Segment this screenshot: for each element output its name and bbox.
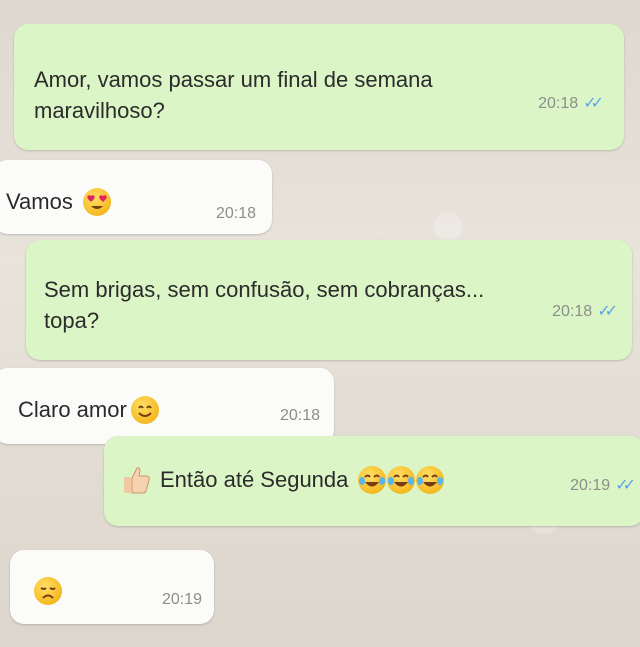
message-text: Amor, vamos passar um final de semana ma… bbox=[34, 64, 433, 126]
message-bubble-outgoing[interactable]: Sem brigas, sem confusão, sem cobranças.… bbox=[26, 240, 632, 360]
message-text: Então até Segunda bbox=[122, 464, 445, 495]
message-text-line: Sem brigas, sem confusão, sem cobranças.… bbox=[44, 277, 485, 302]
tears-of-joy-emoji-icon bbox=[416, 465, 445, 494]
message-text-line: maravilhoso? bbox=[34, 98, 165, 123]
message-text: Vamos bbox=[6, 186, 111, 217]
tears-of-joy-emoji-icon bbox=[387, 465, 416, 494]
message-meta: 20:18 bbox=[216, 198, 256, 229]
message-text-content: Então até Segunda bbox=[160, 467, 349, 492]
message-meta: 20:19 ✓✓ bbox=[570, 470, 636, 501]
message-bubble-outgoing[interactable]: Então até Segunda 20:19 ✓✓ bbox=[104, 436, 640, 526]
message-bubble-incoming[interactable]: 20:19 bbox=[10, 550, 214, 624]
smiling-emoji-icon bbox=[130, 395, 159, 424]
message-bubble-incoming[interactable]: Claro amor 20:18 bbox=[0, 368, 334, 444]
message-timestamp: 20:18 bbox=[215, 205, 256, 222]
read-ticks-icon: ✓✓ bbox=[583, 95, 604, 112]
emoji-group bbox=[358, 465, 445, 494]
message-text-line: topa? bbox=[44, 308, 100, 333]
read-ticks-icon: ✓✓ bbox=[615, 477, 636, 494]
read-ticks-icon: ✓✓ bbox=[597, 303, 618, 320]
thumbs-up-emoji-icon bbox=[122, 465, 150, 495]
message-timestamp: 20:19 bbox=[161, 591, 202, 608]
message-text-line: Amor, vamos passar um final de semana bbox=[34, 67, 433, 92]
heart-eyes-emoji-icon bbox=[82, 187, 111, 216]
message-timestamp: 20:19 bbox=[570, 477, 611, 494]
message-text-content: Claro amor bbox=[18, 397, 127, 422]
message-text: Claro amor bbox=[18, 394, 159, 425]
message-meta: 20:18 bbox=[280, 400, 320, 431]
message-text-content: Vamos bbox=[6, 189, 73, 214]
sad-face-emoji-icon bbox=[34, 577, 62, 606]
message-timestamp: 20:18 bbox=[279, 407, 320, 424]
message-timestamp: 20:18 bbox=[552, 303, 593, 320]
tears-of-joy-emoji-icon bbox=[358, 465, 387, 494]
message-bubble-incoming[interactable]: Vamos 20:18 bbox=[0, 160, 272, 234]
message-bubble-outgoing[interactable]: Amor, vamos passar um final de semana ma… bbox=[14, 24, 624, 150]
message-text bbox=[34, 574, 62, 606]
message-meta: 20:18 ✓✓ bbox=[552, 296, 618, 327]
message-meta: 20:19 bbox=[162, 584, 202, 615]
message-timestamp: 20:18 bbox=[538, 95, 579, 112]
message-text: Sem brigas, sem confusão, sem cobranças.… bbox=[44, 274, 484, 336]
message-meta: 20:18 ✓✓ bbox=[538, 88, 604, 119]
